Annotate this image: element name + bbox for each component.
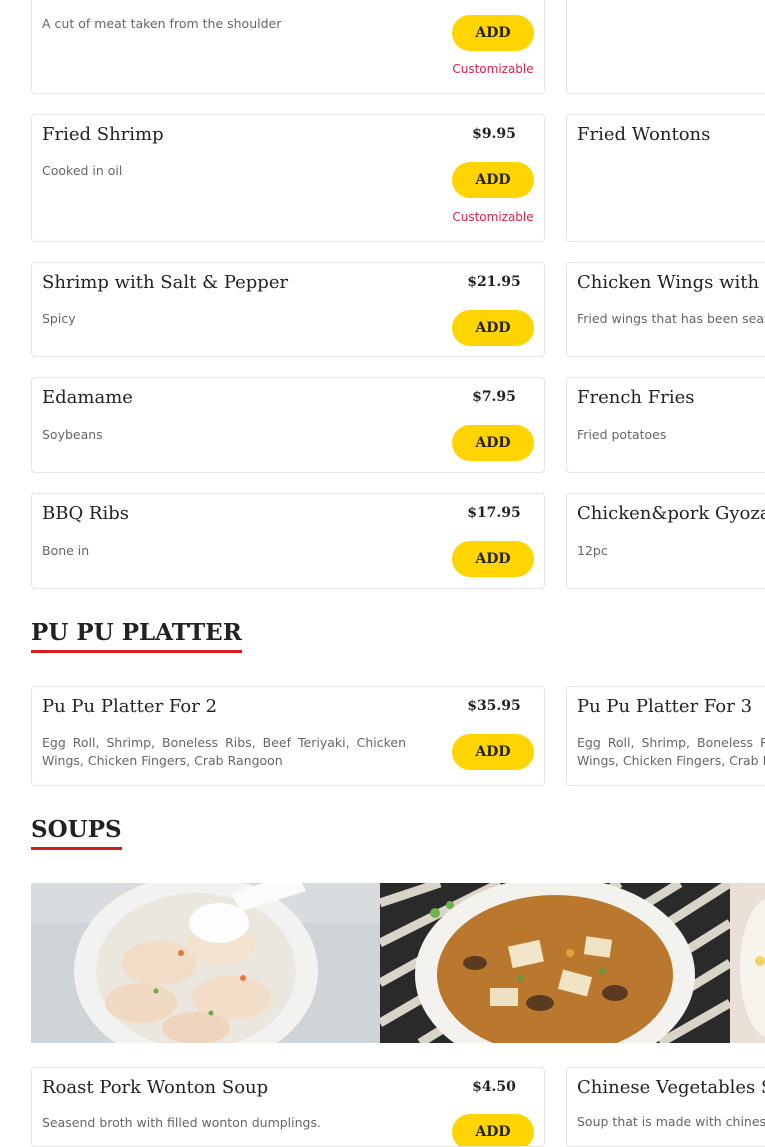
menu-item-card[interactable]: Roast Pork Wonton Soup Seasend broth wit…	[31, 1067, 545, 1147]
wonton-soup-photo	[31, 883, 380, 1043]
add-button[interactable]: ADD	[452, 541, 534, 577]
item-price: $9.95	[472, 126, 516, 142]
menu-item-card[interactable]: French Fries Fried potatoes	[566, 377, 765, 473]
item-description: Soup that is made with chinese vegetable…	[577, 1114, 765, 1129]
item-name: BBQ Ribs	[42, 503, 130, 524]
menu-item-card[interactable]: A cut of meat taken from the shoulder AD…	[31, 0, 545, 94]
item-name: Shrimp with Salt & Pepper	[42, 272, 289, 293]
item-description: Soybeans	[42, 427, 103, 442]
add-button[interactable]: ADD	[452, 1114, 534, 1146]
item-name: Pu Pu Platter For 3	[577, 696, 753, 717]
section-title-soups: SOUPS	[31, 816, 122, 850]
menu-item-card[interactable]: Pu Pu Platter For 2 Egg Roll, Shrimp, Bo…	[31, 686, 545, 786]
item-name: Chicken&pork Gyoza	[577, 503, 765, 524]
item-description: Bone in	[42, 543, 90, 558]
item-description: Egg Roll, Shrimp, Boneless Ribs, Beef Te…	[577, 735, 765, 768]
item-price: $4.50	[472, 1079, 516, 1095]
section-title-pupu-platter: PU PU PLATTER	[31, 619, 242, 653]
menu-item-card[interactable]: Chicken Wings with Salt & Pepper Fried w…	[566, 262, 765, 357]
item-description: Spicy	[42, 311, 76, 326]
customizable-label: Customizable	[452, 62, 534, 76]
item-price: $21.95	[467, 274, 521, 290]
add-button[interactable]: ADD	[452, 15, 534, 51]
item-price: $7.95	[472, 389, 516, 405]
item-description: Fried wings that has been seasoned	[577, 311, 765, 326]
item-name: Edamame	[42, 387, 133, 408]
menu-item-card[interactable]: Fried Shrimp Cooked in oil $9.95 ADD Cus…	[31, 114, 545, 242]
customizable-label: Customizable	[452, 210, 534, 224]
item-name: Fried Wontons	[577, 124, 711, 145]
vegetable-soup-photo	[730, 883, 765, 1043]
add-button[interactable]: ADD	[452, 425, 534, 461]
add-button[interactable]: ADD	[452, 310, 534, 346]
item-name: Chicken Wings with Salt & Pepper	[577, 272, 765, 293]
item-price: $35.95	[467, 698, 521, 714]
item-name: French Fries	[577, 387, 695, 408]
item-name: Roast Pork Wonton Soup	[42, 1077, 269, 1098]
item-name: Pu Pu Platter For 2	[42, 696, 218, 717]
item-description: A cut of meat taken from the shoulder	[42, 16, 282, 31]
item-description: Fried potatoes	[577, 427, 667, 442]
menu-item-card[interactable]	[566, 0, 765, 94]
item-description: 12pc	[577, 543, 608, 558]
item-description: Cooked in oil	[42, 163, 123, 178]
menu-item-card[interactable]: Edamame Soybeans $7.95 ADD	[31, 377, 545, 473]
item-name: Fried Shrimp	[42, 124, 164, 145]
menu-item-card[interactable]: Shrimp with Salt & Pepper Spicy $21.95 A…	[31, 262, 545, 357]
menu-item-card[interactable]: BBQ Ribs Bone in $17.95 ADD	[31, 493, 545, 589]
menu-item-card[interactable]: Chinese Vegetables Soup Soup that is mad…	[566, 1067, 765, 1147]
menu-item-card[interactable]: Fried Wontons	[566, 114, 765, 242]
menu-item-card[interactable]: Pu Pu Platter For 3 Egg Roll, Shrimp, Bo…	[566, 686, 765, 786]
add-button[interactable]: ADD	[452, 734, 534, 770]
item-description: Egg Roll, Shrimp, Boneless Ribs, Beef Te…	[42, 735, 406, 768]
item-name: Chinese Vegetables Soup	[577, 1077, 765, 1098]
add-button[interactable]: ADD	[452, 162, 534, 198]
item-price: $17.95	[467, 505, 521, 521]
item-description: Seasend broth with filled wonton dumplin…	[42, 1115, 321, 1130]
hot-sour-soup-photo	[380, 883, 730, 1043]
menu-item-card[interactable]: Chicken&pork Gyoza 12pc	[566, 493, 765, 589]
